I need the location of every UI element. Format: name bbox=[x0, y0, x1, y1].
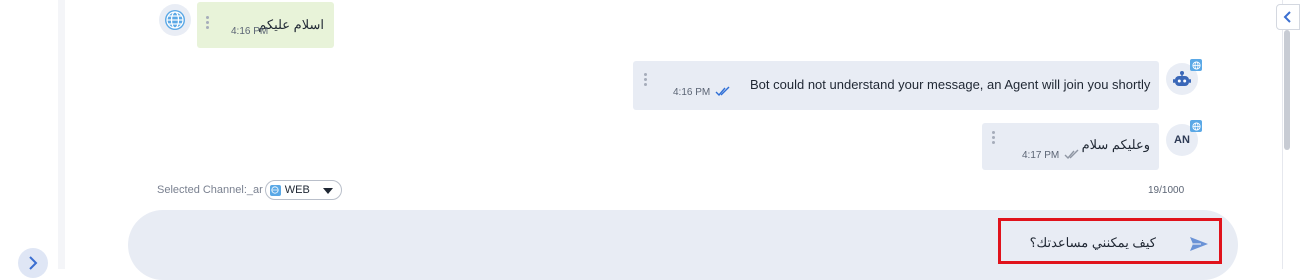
channel-selector-row: Selected Channel:_ar WEB bbox=[157, 180, 342, 200]
visitor-avatar bbox=[159, 4, 191, 36]
globe-icon bbox=[165, 10, 185, 30]
bot-avatar bbox=[1166, 59, 1202, 95]
message-options-button[interactable] bbox=[206, 16, 210, 29]
left-rail bbox=[0, 0, 65, 278]
expand-panel-button[interactable] bbox=[18, 248, 48, 278]
channel-value: WEB bbox=[284, 184, 310, 196]
chevron-down-icon bbox=[322, 188, 333, 194]
web-channel-icon bbox=[269, 184, 281, 196]
message-text: وعليكم سلام bbox=[1081, 137, 1150, 152]
channel-dropdown[interactable]: WEB bbox=[264, 180, 342, 200]
chevron-right-icon bbox=[29, 256, 38, 270]
double-check-icon bbox=[715, 86, 730, 96]
message-bubble-bot: Bot could not understand your message, a… bbox=[633, 61, 1159, 110]
message-time: 4:17 PM bbox=[1022, 150, 1060, 161]
robot-icon bbox=[1173, 71, 1191, 86]
rail-divider bbox=[58, 0, 65, 269]
chevron-left-icon bbox=[1283, 11, 1291, 23]
web-channel-icon bbox=[1190, 59, 1202, 71]
message-time: 4:16 PM bbox=[673, 87, 711, 98]
web-channel-icon bbox=[1190, 120, 1202, 132]
agent-initials: AN bbox=[1174, 134, 1190, 146]
message-bubble-agent: وعليكم سلام 4:17 PM bbox=[982, 123, 1159, 170]
message-options-button[interactable] bbox=[992, 131, 996, 144]
scrollbar-thumb[interactable] bbox=[1284, 30, 1290, 150]
collapse-panel-tab[interactable] bbox=[1276, 4, 1300, 30]
channel-label: Selected Channel:_ar bbox=[157, 184, 263, 196]
highlight-box bbox=[998, 218, 1222, 264]
message-bubble-visitor: اسلام عليكم 4:16 PM bbox=[197, 2, 334, 48]
double-check-icon bbox=[1064, 149, 1079, 159]
message-time: 4:16 PM bbox=[231, 26, 269, 37]
character-counter: 19/1000 bbox=[1148, 185, 1185, 196]
message-options-button[interactable] bbox=[644, 73, 648, 86]
message-text: Bot could not understand your message, a… bbox=[750, 77, 1151, 92]
agent-avatar: AN bbox=[1166, 120, 1202, 156]
